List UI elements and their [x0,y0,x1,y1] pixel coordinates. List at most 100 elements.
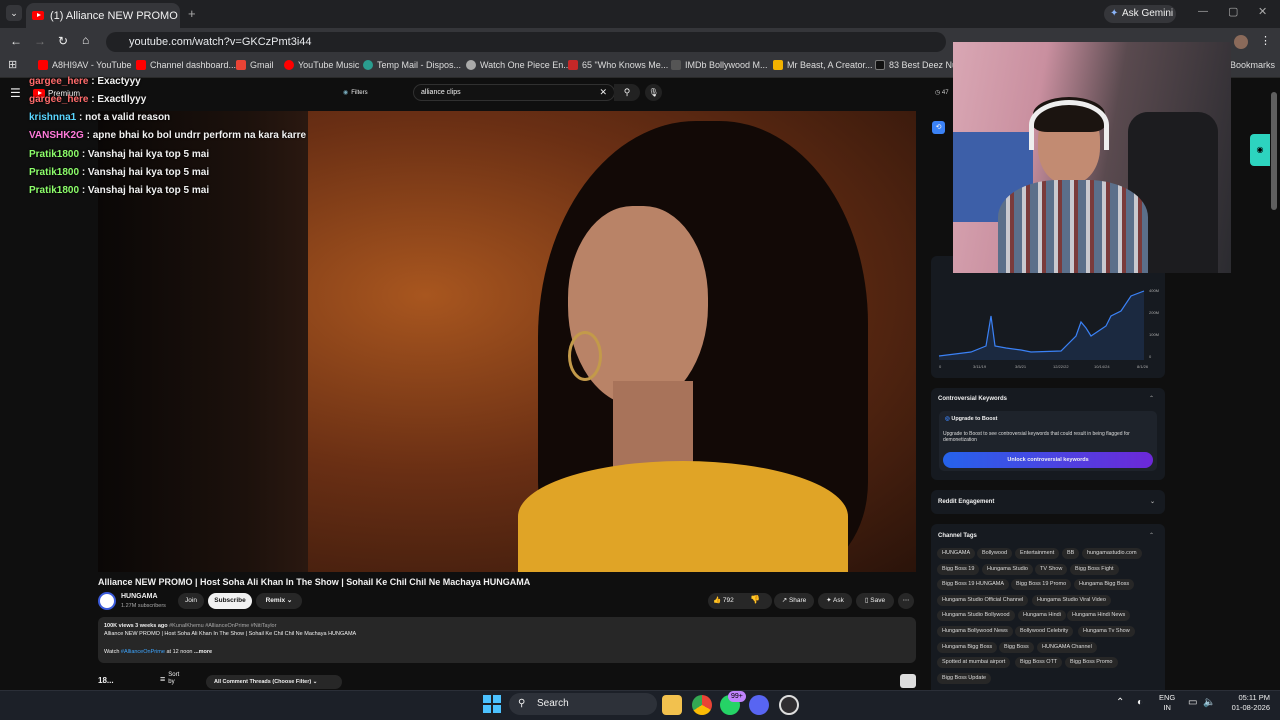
subscribe-button[interactable]: Subscribe [208,593,252,609]
share-icon: ↗ [781,597,788,604]
apps-grid-icon[interactable]: ⊞ [8,58,17,71]
tag-chip[interactable]: Hungama Bollywood News [937,626,1013,637]
tag-chip[interactable]: TV Show [1035,564,1068,575]
video-player[interactable] [98,111,916,572]
tag-chip[interactable]: Spotted at mumbai airport [937,657,1011,668]
back-icon[interactable]: ← [10,34,22,48]
reddit-card[interactable]: Reddit Engagement ⌄ [931,490,1165,514]
clock[interactable]: 05:11 PM 01-08-2026 [1226,693,1270,713]
bookmark-item[interactable]: Temp Mail - Dispos... [363,60,461,70]
tag-chip[interactable]: BB [1062,548,1080,559]
browser-tab[interactable]: (1) Alliance NEW PROMO | Host ✕ [26,3,180,28]
tab-search-button[interactable]: ⌄ [6,5,22,21]
obs-icon[interactable] [779,695,799,715]
tag-chip[interactable]: Bigg Boss Update [937,673,992,684]
card-title: Channel Tags [938,533,977,539]
close-window-icon[interactable]: ✕ [1258,5,1267,18]
tag-chip[interactable]: Hungama Bigg Boss [937,642,998,653]
volume-icon[interactable]: 🔈 [1203,697,1215,708]
tag-chip[interactable]: Hungama Studio Bollywood [937,610,1015,621]
comment-filter-select[interactable]: All Comment Threads (Choose Filter) ⌄ [206,675,342,689]
bookmark-item[interactable]: Channel dashboard... [136,60,236,70]
network-icon[interactable]: ▭ [1188,697,1197,708]
tag-chip[interactable]: Hungama Studio Viral Video [1032,595,1111,606]
scrollbar[interactable] [1271,92,1277,210]
tag-chip[interactable]: Bigg Boss 19 HUNGAMA [937,579,1010,590]
ask-button[interactable]: ✦ Ask [818,593,852,609]
voice-search-icon[interactable]: 🎙 [645,84,662,101]
tag-chip[interactable]: Bigg Boss Fight [1070,564,1119,575]
more-actions-icon[interactable]: ⋯ [898,593,914,609]
description-box[interactable]: 100K views 3 weeks ago #KunalKhemu #Alli… [98,617,916,663]
search-input[interactable]: alliance clips ✕ [413,84,615,101]
sort-by-button[interactable]: ≡ Sort by [160,672,184,686]
tag-chip[interactable]: hungamastudio.com [1082,548,1142,559]
clear-search-icon[interactable]: ✕ [599,85,607,100]
remix-button[interactable]: Remix ⌄ [256,593,302,609]
tag-chip[interactable]: Hungama Tv Show [1078,626,1135,637]
extension-badge-icon[interactable]: ⟲ [932,121,945,134]
tag-chip[interactable]: Entertainment [1015,548,1060,559]
sort-icon: ≡ [160,674,166,684]
unlock-keywords-button[interactable]: Unlock controversial keywords [943,452,1153,468]
collapse-icon[interactable]: ⌃ [1149,395,1154,402]
more-link[interactable]: ...more [194,649,212,655]
tag-chip[interactable]: Bigg Boss OTT [1015,657,1063,668]
tag-chip[interactable]: Hungama Studio Official Channel [937,595,1029,606]
tag-chip[interactable]: Hungama Hindi [1018,610,1066,621]
discord-icon[interactable] [749,695,769,715]
start-button-icon[interactable] [483,695,501,713]
collapse-icon[interactable]: ⌃ [1149,532,1154,539]
thumbs-down-icon[interactable]: 👎 [750,595,760,604]
extension-side-button[interactable]: ◉ [1250,134,1270,166]
tag-chip[interactable]: Hungama Hindi News [1067,610,1131,621]
home-icon[interactable]: ⌂ [82,33,89,47]
bookmark-item[interactable]: 65 "Who Knows Me... [568,60,668,70]
bookmark-item[interactable]: YouTube Music [284,60,359,70]
menu-icon[interactable]: ⋮ [1260,34,1271,47]
user-avatar[interactable] [900,674,916,688]
tag-chip[interactable]: Bollywood Celebrity [1015,626,1074,637]
share-button[interactable]: ↗ Share [774,593,814,609]
hamburger-menu-icon[interactable]: ☰ [10,86,21,100]
profile-avatar[interactable] [1234,35,1248,49]
bookmark-item[interactable]: Mr Beast, A Creator... [773,60,873,70]
bookmark-item[interactable]: IMDb Bollywood M... [671,60,768,70]
tag-chip[interactable]: Bigg Boss 19 Promo [1011,579,1072,590]
bookmark-item[interactable]: Watch One Piece En... [466,60,571,70]
all-bookmarks[interactable]: Bookmarks [1230,60,1275,70]
channel-name[interactable]: HUNGAMA [121,593,158,600]
tag-chip[interactable]: HUNGAMA [937,548,976,559]
ask-gemini-button[interactable]: ✦ Ask Gemini [1104,5,1176,23]
language-indicator[interactable]: ENG IN [1159,693,1175,713]
tag-chip[interactable]: Hungama Bigg Boss [1074,579,1135,590]
reload-icon[interactable]: ↻ [58,34,68,48]
maximize-icon[interactable]: ▢ [1228,5,1238,18]
search-button[interactable]: ⚲ [614,84,640,101]
video-title: Alliance NEW PROMO | Host Soha Ali Khan … [98,577,531,587]
tag-chip[interactable]: HUNGAMA Channel [1037,642,1097,653]
like-button[interactable]: 👍 792 [708,593,772,609]
channel-avatar[interactable] [98,592,116,610]
tag-chip[interactable]: Bigg Boss Promo [1065,657,1118,668]
bookmark-item[interactable]: Gmail [236,60,274,70]
file-explorer-icon[interactable] [662,695,682,715]
filters-button[interactable]: ◉ Filters [343,87,368,99]
chrome-icon[interactable] [692,695,712,715]
url-input[interactable]: youtube.com/watch?v=GKCzPmt3i44 [106,32,946,52]
minimize-icon[interactable]: — [1198,6,1208,17]
tray-chevron-icon[interactable]: ⌃ [1116,697,1124,708]
tag-chip[interactable]: Bigg Boss [999,642,1034,653]
tag-chip[interactable]: Hungama Studio [982,564,1033,575]
taskbar-search[interactable]: ⚲ Search [509,693,657,715]
save-button[interactable]: ▯ Save [856,593,894,609]
tag-chip[interactable]: Bollywood [977,548,1013,559]
new-tab-icon[interactable]: + [188,6,196,21]
bookmark-item[interactable]: A8HI9AV - YouTube [38,60,132,70]
forward-icon[interactable]: → [34,34,46,48]
tray-app-icon[interactable]: ◐ [1137,697,1143,708]
bookmark-item[interactable]: 83 Best Deez Nuts [875,60,964,70]
filter-icon: ◉ [343,90,349,96]
join-button[interactable]: Join [178,593,204,609]
tag-chip[interactable]: Bigg Boss 19 [937,564,980,575]
